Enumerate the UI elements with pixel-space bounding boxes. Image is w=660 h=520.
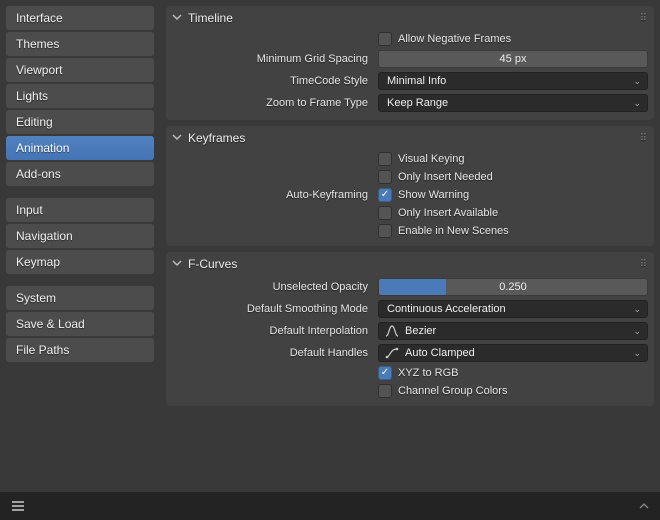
checkbox-label: Visual Keying — [398, 153, 464, 165]
panel-title: Keyframes — [184, 131, 640, 145]
chevron-down-icon — [172, 258, 184, 270]
select-value: Bezier — [403, 325, 629, 337]
sidebar-item-label: File Paths — [16, 343, 69, 357]
panel-header-timeline[interactable]: Timeline ⠿ — [166, 6, 654, 30]
footer-bar — [0, 492, 660, 520]
sidebar-item-label: Save & Load — [16, 317, 85, 331]
row-label: Minimum Grid Spacing — [172, 53, 372, 65]
scroll-top-icon[interactable] — [638, 500, 650, 512]
field-value: 0.250 — [499, 281, 527, 293]
sidebar-item-label: Editing — [16, 115, 53, 129]
hamburger-menu-icon[interactable] — [10, 498, 26, 514]
sidebar-item-label: Animation — [16, 141, 69, 155]
preferences-sidebar: Interface Themes Viewport Lights Editing… — [0, 0, 160, 520]
select-value: Keep Range — [385, 97, 629, 109]
row-label: Auto-Keyframing — [172, 189, 372, 201]
slider-fill — [379, 279, 446, 295]
sidebar-item-label: Input — [16, 203, 43, 217]
sidebar-item-file-paths[interactable]: File Paths — [6, 338, 154, 362]
drag-handle-icon[interactable]: ⠿ — [640, 259, 648, 270]
panel-title: Timeline — [184, 11, 640, 25]
zoom-to-frame-select[interactable]: Keep Range ⌄ — [378, 94, 648, 112]
sidebar-item-navigation[interactable]: Navigation — [6, 224, 154, 248]
chevron-down-icon — [172, 132, 184, 144]
checkbox-label: Show Warning — [398, 189, 469, 201]
row-label: Default Smoothing Mode — [172, 303, 372, 315]
chevron-down-icon: ⌄ — [633, 304, 641, 315]
sidebar-item-label: Navigation — [16, 229, 73, 243]
preferences-content: Timeline ⠿ Allow Negative Frames Minimum… — [160, 0, 660, 520]
sidebar-item-keymap[interactable]: Keymap — [6, 250, 154, 274]
unselected-opacity-slider[interactable]: 0.250 — [378, 278, 648, 296]
chevron-down-icon: ⌄ — [633, 98, 641, 109]
panel-title: F-Curves — [184, 257, 640, 271]
checkbox-xyz-to-rgb[interactable] — [378, 366, 392, 380]
panel-timeline: Timeline ⠿ Allow Negative Frames Minimum… — [166, 6, 654, 120]
sidebar-item-lights[interactable]: Lights — [6, 84, 154, 108]
sidebar-item-viewport[interactable]: Viewport — [6, 58, 154, 82]
checkbox-label: Only Insert Available — [398, 207, 498, 219]
drag-handle-icon[interactable]: ⠿ — [640, 13, 648, 24]
checkbox-label: Only Insert Needed — [398, 171, 493, 183]
sidebar-item-addons[interactable]: Add-ons — [6, 162, 154, 186]
handle-icon — [385, 346, 399, 360]
checkbox-label: Allow Negative Frames — [398, 33, 511, 45]
select-value: Auto Clamped — [403, 347, 629, 359]
checkbox-only-insert-needed[interactable] — [378, 170, 392, 184]
row-label: Unselected Opacity — [172, 281, 372, 293]
timecode-style-select[interactable]: Minimal Info ⌄ — [378, 72, 648, 90]
chevron-down-icon: ⌄ — [633, 348, 641, 359]
sidebar-item-animation[interactable]: Animation — [6, 136, 154, 160]
panel-header-keyframes[interactable]: Keyframes ⠿ — [166, 126, 654, 150]
panel-keyframes: Keyframes ⠿ Visual Keying Only Insert Ne… — [166, 126, 654, 246]
select-value: Continuous Acceleration — [385, 303, 629, 315]
checkbox-label: Channel Group Colors — [398, 385, 507, 397]
bezier-icon — [385, 324, 399, 338]
checkbox-only-insert-available[interactable] — [378, 206, 392, 220]
row-label: Zoom to Frame Type — [172, 97, 372, 109]
checkbox-allow-negative-frames[interactable] — [378, 32, 392, 46]
sidebar-item-label: System — [16, 291, 56, 305]
checkbox-label: Enable in New Scenes — [398, 225, 509, 237]
checkbox-show-warning[interactable] — [378, 188, 392, 202]
chevron-down-icon — [172, 12, 184, 24]
checkbox-visual-keying[interactable] — [378, 152, 392, 166]
chevron-down-icon: ⌄ — [633, 326, 641, 337]
row-label: Default Interpolation — [172, 325, 372, 337]
drag-handle-icon[interactable]: ⠿ — [640, 133, 648, 144]
sidebar-item-save-load[interactable]: Save & Load — [6, 312, 154, 336]
checkbox-enable-in-new-scenes[interactable] — [378, 224, 392, 238]
sidebar-item-themes[interactable]: Themes — [6, 32, 154, 56]
sidebar-item-editing[interactable]: Editing — [6, 110, 154, 134]
sidebar-item-label: Lights — [16, 89, 48, 103]
sidebar-item-label: Viewport — [16, 63, 62, 77]
sidebar-item-label: Themes — [16, 37, 59, 51]
panel-header-fcurves[interactable]: F-Curves ⠿ — [166, 252, 654, 276]
sidebar-item-input[interactable]: Input — [6, 198, 154, 222]
checkbox-label: XYZ to RGB — [398, 367, 459, 379]
sidebar-item-label: Add-ons — [16, 167, 61, 181]
row-label: Default Handles — [172, 347, 372, 359]
chevron-down-icon: ⌄ — [633, 76, 641, 87]
default-handles-select[interactable]: Auto Clamped ⌄ — [378, 344, 648, 362]
default-interpolation-select[interactable]: Bezier ⌄ — [378, 322, 648, 340]
row-label: TimeCode Style — [172, 75, 372, 87]
panel-fcurves: F-Curves ⠿ Unselected Opacity 0.250 Defa… — [166, 252, 654, 406]
sidebar-item-system[interactable]: System — [6, 286, 154, 310]
default-smoothing-select[interactable]: Continuous Acceleration ⌄ — [378, 300, 648, 318]
field-value: 45 px — [500, 53, 527, 65]
checkbox-channel-group-colors[interactable] — [378, 384, 392, 398]
sidebar-item-label: Keymap — [16, 255, 60, 269]
select-value: Minimal Info — [385, 75, 629, 87]
sidebar-item-interface[interactable]: Interface — [6, 6, 154, 30]
sidebar-item-label: Interface — [16, 11, 63, 25]
min-grid-spacing-field[interactable]: 45 px — [378, 50, 648, 68]
